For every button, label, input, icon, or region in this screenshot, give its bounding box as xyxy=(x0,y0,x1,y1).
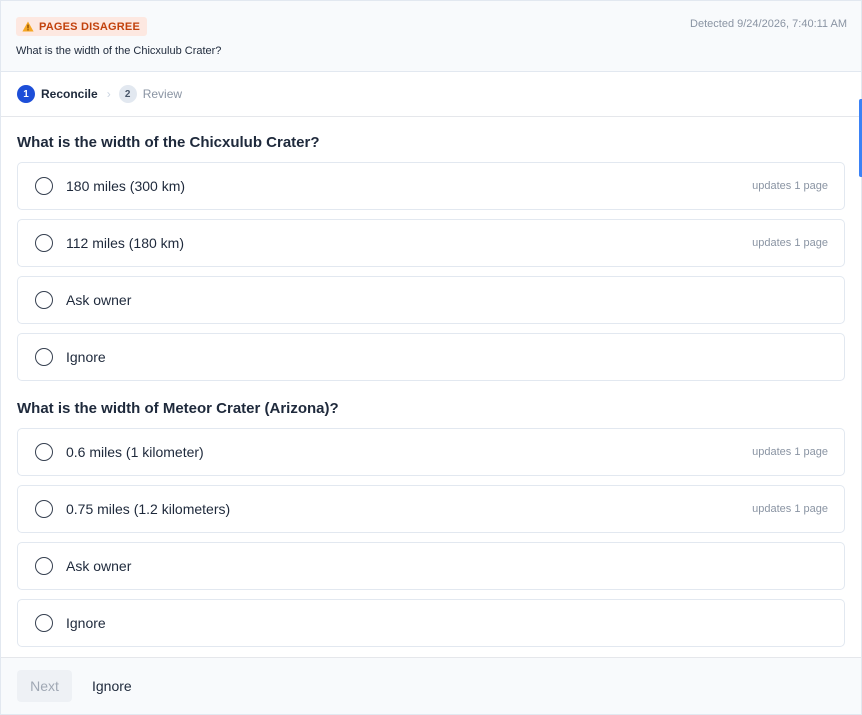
header-subtitle: What is the width of the Chicxulub Crate… xyxy=(16,45,222,57)
radio-circle-icon[interactable] xyxy=(35,443,53,461)
option-label: 0.75 miles (1.2 kilometers) xyxy=(66,501,231,517)
ignore-button[interactable]: Ignore xyxy=(78,670,146,702)
step-label: Reconcile xyxy=(41,87,98,101)
step-number: 1 xyxy=(17,85,35,103)
step-label: Review xyxy=(142,87,183,101)
stepper: 1 Reconcile › 2 Review xyxy=(1,72,861,117)
radio-circle-icon[interactable] xyxy=(35,557,53,575)
question-title: What is the width of the Chicxulub Crate… xyxy=(17,134,320,151)
radio-circle-icon[interactable] xyxy=(35,177,53,195)
option-label: Ask owner xyxy=(66,292,132,308)
detected-timestamp: Detected 9/24/2026, 7:40:11 AM xyxy=(690,18,847,30)
radio-circle-icon[interactable] xyxy=(35,614,53,632)
option-radio[interactable]: 180 miles (300 km) updates 1 page xyxy=(17,162,845,210)
step-reconcile[interactable]: 1 Reconcile xyxy=(17,85,98,103)
option-label: Ignore xyxy=(66,349,106,365)
panel-footer: Next Ignore xyxy=(1,657,861,714)
status-badge-label: PAGES DISAGREE xyxy=(39,20,141,33)
option-label: Ignore xyxy=(66,615,106,631)
option-radio[interactable]: 0.75 miles (1.2 kilometers) updates 1 pa… xyxy=(17,485,845,533)
questions-list: What is the width of the Chicxulub Crate… xyxy=(1,117,861,647)
option-label: 112 miles (180 km) xyxy=(66,235,185,251)
panel-header: PAGES DISAGREE Detected 9/24/2026, 7:40:… xyxy=(1,1,861,72)
option-meta: updates 1 page xyxy=(752,446,828,458)
option-meta: updates 1 page xyxy=(752,503,828,515)
option-label: Ask owner xyxy=(66,558,132,574)
option-radio[interactable]: 0.6 miles (1 kilometer) updates 1 page xyxy=(17,428,845,476)
option-label: 0.6 miles (1 kilometer) xyxy=(66,444,204,460)
radio-circle-icon[interactable] xyxy=(35,500,53,518)
radio-circle-icon[interactable] xyxy=(35,291,53,309)
option-radio[interactable]: Ignore xyxy=(17,333,845,381)
option-meta: updates 1 page xyxy=(752,237,828,249)
radio-circle-icon[interactable] xyxy=(35,348,53,366)
radio-circle-icon[interactable] xyxy=(35,234,53,252)
step-number: 2 xyxy=(118,85,137,103)
step-review[interactable]: 2 Review xyxy=(118,85,183,103)
chevron-right-icon: › xyxy=(106,87,111,101)
option-radio[interactable]: Ask owner xyxy=(17,542,845,590)
option-meta: updates 1 page xyxy=(752,180,828,192)
option-label: 180 miles (300 km) xyxy=(66,178,186,194)
warning-icon xyxy=(22,21,34,32)
option-radio[interactable]: 112 miles (180 km) updates 1 page xyxy=(17,219,845,267)
option-radio[interactable]: Ignore xyxy=(17,599,845,647)
reconcile-panel: PAGES DISAGREE Detected 9/24/2026, 7:40:… xyxy=(0,0,862,715)
status-badge: PAGES DISAGREE xyxy=(16,17,148,36)
next-button[interactable]: Next xyxy=(17,670,72,702)
option-radio[interactable]: Ask owner xyxy=(17,276,845,324)
question-title: What is the width of Meteor Crater (Ariz… xyxy=(17,400,339,417)
